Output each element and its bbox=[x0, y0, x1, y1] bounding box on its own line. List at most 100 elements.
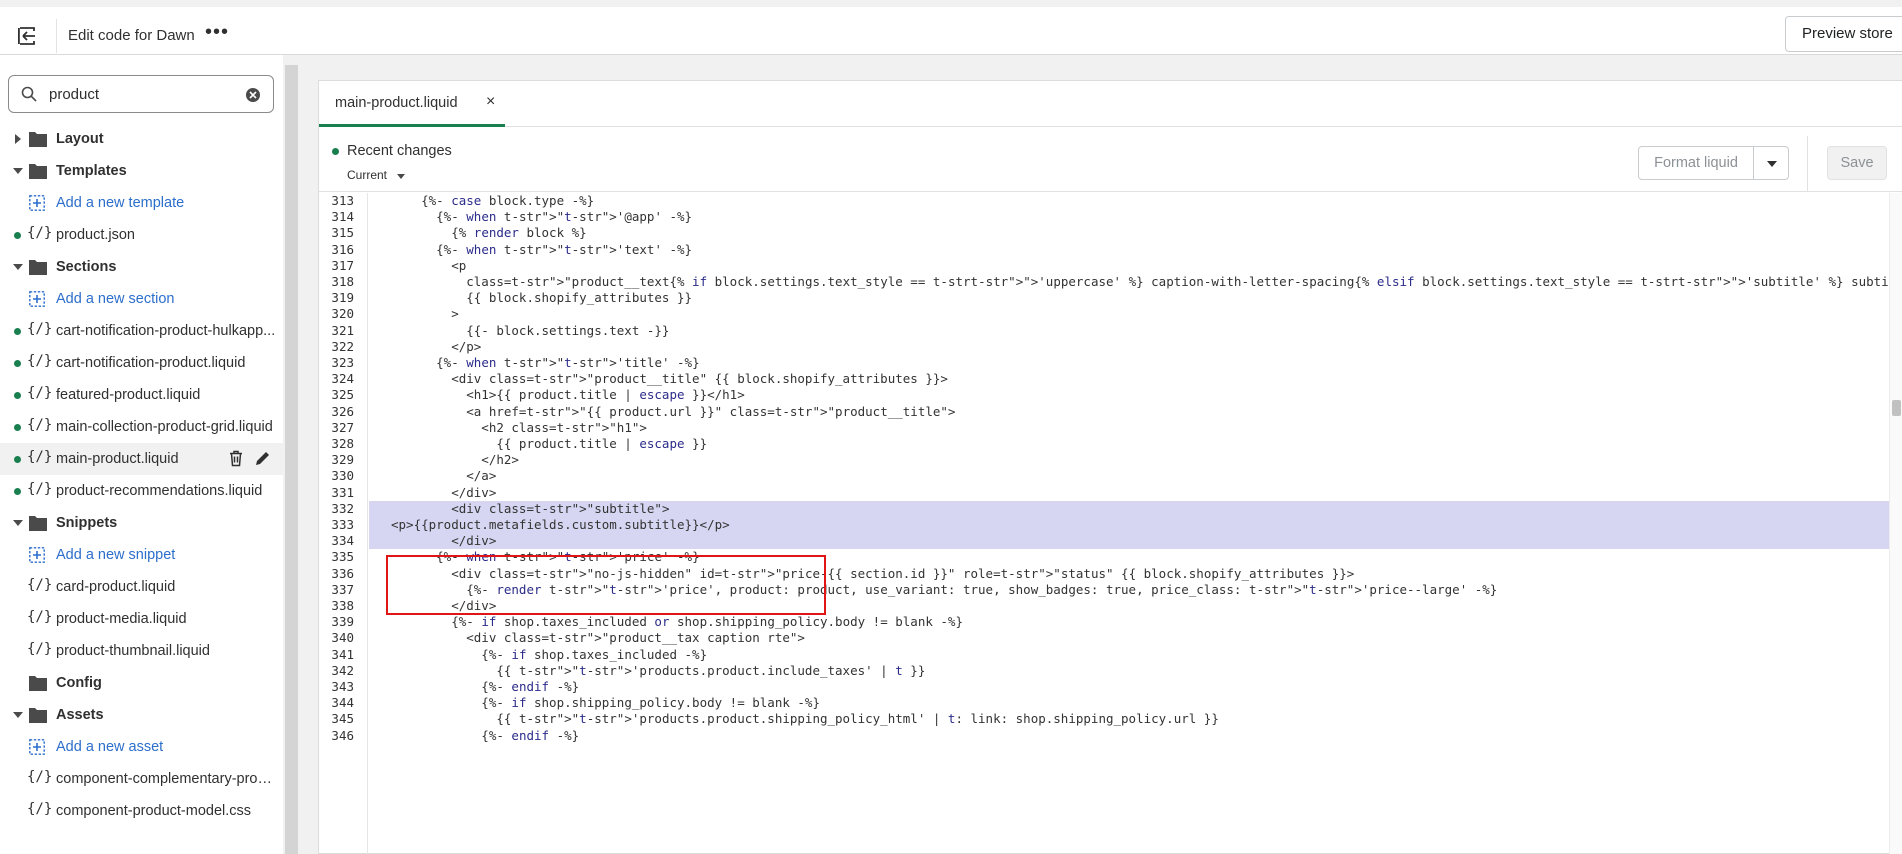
chevron-down-icon[interactable] bbox=[13, 520, 23, 526]
code-line[interactable]: 324 <div class=t-str">"product__title" {… bbox=[319, 371, 1889, 387]
add-new-template[interactable]: Add a new template bbox=[0, 187, 283, 219]
folder-assets[interactable]: Assets bbox=[0, 699, 283, 731]
code-text: </p> bbox=[391, 338, 482, 354]
code-line[interactable]: 313 {%- case block.type -%} bbox=[319, 193, 1889, 209]
editor-scrollbar-thumb[interactable] bbox=[1892, 400, 1901, 416]
code-line[interactable]: 338 </div> bbox=[319, 598, 1889, 614]
file-item[interactable]: {/} main-product.liquid bbox=[0, 443, 283, 475]
code-line[interactable]: 319 {{ block.shopify_attributes }} bbox=[319, 290, 1889, 306]
file-item[interactable]: {/} cart-notification-product.liquid bbox=[0, 347, 283, 379]
code-text: </div> bbox=[391, 533, 497, 549]
code-line[interactable]: 316 {%- when t-str">"t-str">'text' -%} bbox=[319, 242, 1889, 258]
code-line[interactable]: 332 <div class=t-str">"subtitle"> bbox=[319, 500, 1889, 518]
code-line[interactable]: 330 </a> bbox=[319, 468, 1889, 484]
code-line[interactable]: 344 {%- if shop.shipping_policy.body != … bbox=[319, 695, 1889, 711]
code-line[interactable]: 314 {%- when t-str">"t-str">'@app' -%} bbox=[319, 209, 1889, 225]
code-line[interactable]: 334 </div> bbox=[319, 533, 1889, 550]
exit-icon[interactable] bbox=[15, 24, 39, 48]
chevron-down-icon[interactable] bbox=[13, 168, 23, 174]
file-item[interactable]: {/} component-product-model.css bbox=[0, 795, 283, 827]
code-text: {{ product.title | escape }} bbox=[391, 436, 708, 451]
chevron-down-icon[interactable] bbox=[13, 264, 23, 270]
format-liquid-button[interactable]: Format liquid bbox=[1638, 146, 1754, 180]
code-text: {%- if shop.shipping_policy.body != blan… bbox=[391, 695, 820, 711]
more-actions-button[interactable]: ••• bbox=[205, 22, 229, 42]
sidebar-scrollbar[interactable] bbox=[285, 65, 298, 854]
code-line[interactable]: 345 {{ t-str">"t-str">'products.product.… bbox=[319, 711, 1889, 727]
code-line[interactable]: 323 {%- when t-str">"t-str">'title' -%} bbox=[319, 355, 1889, 371]
add-new-asset[interactable]: Add a new asset bbox=[0, 731, 283, 763]
search-input[interactable] bbox=[49, 82, 239, 106]
folder-layout[interactable]: Layout bbox=[0, 123, 283, 155]
delete-icon[interactable] bbox=[228, 450, 244, 471]
code-editor-app: Edit code for Dawn ••• Preview store Lay… bbox=[0, 0, 1902, 854]
code-line[interactable]: 320 > bbox=[319, 306, 1889, 322]
code-line[interactable]: 346 {%- endif -%} bbox=[319, 728, 1889, 744]
file-item[interactable]: {/} cart-notification-product-hulkapp... bbox=[0, 315, 283, 347]
code-editor[interactable]: 313 {%- case block.type -%} 314 {%- when … bbox=[319, 193, 1889, 854]
line-number: 322 bbox=[331, 338, 354, 354]
code-line[interactable]: 336 <div class=t-str">"no-js-hidden" id=… bbox=[319, 566, 1889, 582]
code-line[interactable]: 328 {{ product.title | escape }} bbox=[319, 436, 1889, 452]
preview-store-button[interactable]: Preview store bbox=[1785, 16, 1902, 52]
code-text: {%- case block.type -%} bbox=[391, 193, 595, 208]
file-item[interactable]: {/} featured-product.liquid bbox=[0, 379, 283, 411]
code-line[interactable]: 318 class=t-str">"product__text{% if blo… bbox=[319, 274, 1889, 290]
code-line[interactable]: 317 <p bbox=[319, 258, 1889, 274]
file-item[interactable]: {/} product-recommendations.liquid bbox=[0, 475, 283, 507]
file-item[interactable]: {/} main-collection-product-grid.liquid bbox=[0, 411, 283, 443]
code-line[interactable]: 333 <p>{{product.metafields.custom.subtit… bbox=[319, 517, 1889, 534]
code-line[interactable]: 325 <h1>{{ product.title | escape }}</h1… bbox=[319, 387, 1889, 403]
version-select[interactable]: Current bbox=[347, 168, 387, 182]
code-line[interactable]: 331 </div> bbox=[319, 485, 1889, 501]
edit-icon[interactable] bbox=[254, 450, 271, 471]
line-number: 340 bbox=[331, 630, 354, 646]
code-line[interactable]: 341 {%- if shop.taxes_included -%} bbox=[319, 647, 1889, 663]
recent-changes-label: Recent changes bbox=[347, 143, 452, 159]
folder-sections[interactable]: Sections bbox=[0, 251, 283, 283]
add-new-section[interactable]: Add a new section bbox=[0, 283, 283, 315]
line-number: 318 bbox=[331, 274, 354, 289]
tab-main-product[interactable]: main-product.liquid × bbox=[319, 81, 505, 127]
code-line[interactable]: 315 {% render block %} bbox=[319, 225, 1889, 241]
chevron-down-icon[interactable] bbox=[397, 174, 405, 179]
chevron-right-icon[interactable] bbox=[15, 134, 21, 144]
code-line[interactable]: 329 </h2> bbox=[319, 452, 1889, 468]
code-line[interactable]: 339 {%- if shop.taxes_included or shop.s… bbox=[319, 614, 1889, 630]
code-line[interactable]: 343 {%- endif -%} bbox=[319, 679, 1889, 695]
editor-scrollbar[interactable] bbox=[1889, 193, 1902, 854]
folder-snippets[interactable]: Snippets bbox=[0, 507, 283, 539]
add-file-icon bbox=[29, 291, 45, 311]
modified-dot bbox=[14, 328, 21, 335]
code-line[interactable]: 326 <a href=t-str">"{{ product.url }}" c… bbox=[319, 404, 1889, 420]
file-item[interactable]: {/} card-product.liquid bbox=[0, 571, 283, 603]
file-item[interactable]: {/} product-media.liquid bbox=[0, 603, 283, 635]
code-line[interactable]: 337 {%- render t-str">"t-str">'price', p… bbox=[319, 582, 1889, 598]
code-line[interactable]: 342 {{ t-str">"t-str">'products.product.… bbox=[319, 663, 1889, 679]
top-bar: Edit code for Dawn ••• Preview store bbox=[0, 0, 1902, 55]
file-item[interactable]: {/} component-complementary-prod... bbox=[0, 763, 283, 795]
line-number: 323 bbox=[331, 355, 354, 370]
code-text: {% render block %} bbox=[391, 225, 587, 241]
code-text: <a href=t-str">"{{ product.url }}" class… bbox=[391, 403, 956, 419]
code-line[interactable]: 335 {%- when t-str">"t-str">'price' -%} bbox=[319, 549, 1889, 565]
folder-templates[interactable]: Templates bbox=[0, 155, 283, 187]
code-line[interactable]: 327 <h2 class=t-str">"h1"> bbox=[319, 420, 1889, 436]
chevron-down-icon[interactable] bbox=[13, 712, 23, 718]
save-button[interactable]: Save bbox=[1827, 146, 1887, 180]
folder-config[interactable]: Config bbox=[0, 667, 283, 699]
code-text: {{ t-str">"t-str">'products.product.incl… bbox=[391, 662, 926, 678]
code-line[interactable]: 322 </p> bbox=[319, 339, 1889, 355]
file-item[interactable]: {/} product-thumbnail.liquid bbox=[0, 635, 283, 667]
file-item[interactable]: {/} product.json bbox=[0, 219, 283, 251]
code-line[interactable]: 340 <div class=t-str">"product__tax capt… bbox=[319, 630, 1889, 646]
close-tab-icon[interactable]: × bbox=[486, 93, 495, 111]
line-number: 338 bbox=[331, 598, 354, 613]
search-box[interactable] bbox=[8, 75, 274, 113]
line-number: 334 bbox=[331, 533, 354, 549]
clear-search-icon[interactable] bbox=[245, 87, 261, 108]
add-link-label: Add a new snippet bbox=[56, 547, 176, 563]
format-options-button[interactable] bbox=[1753, 146, 1789, 180]
add-new-snippet[interactable]: Add a new snippet bbox=[0, 539, 283, 571]
code-line[interactable]: 321 {{- block.settings.text -}} bbox=[319, 323, 1889, 339]
